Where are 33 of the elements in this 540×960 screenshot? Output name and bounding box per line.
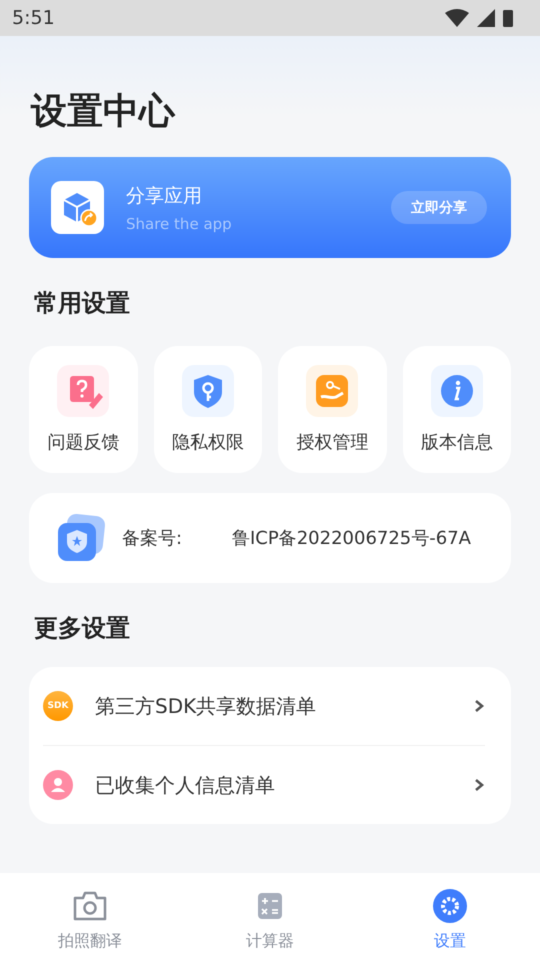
signal-icon — [476, 7, 496, 29]
record-label: 备案号: — [122, 527, 184, 550]
settings-tile[interactable]: 版本信息 — [402, 346, 511, 473]
wifi-icon — [444, 7, 470, 29]
settings-tile[interactable]: 隐私权限 — [154, 346, 262, 473]
shield-key-icon — [182, 365, 234, 417]
chevron-right-icon — [473, 698, 485, 714]
settings-icon — [431, 887, 469, 925]
tile-label: 版本信息 — [420, 431, 493, 454]
section-title: 更多设置 — [34, 613, 131, 643]
battery-icon — [502, 7, 514, 29]
list-item[interactable]: 第三方SDK共享数据清单 — [95, 692, 473, 720]
chevron-right-icon — [473, 777, 485, 793]
info-icon — [430, 365, 483, 417]
badge-shield-icon — [56, 513, 106, 563]
person-icon — [43, 770, 73, 800]
record-number: 鲁ICP备2022006725号-67A — [232, 527, 471, 550]
tile-label: 授权管理 — [296, 431, 368, 454]
question-note-icon — [57, 365, 110, 417]
tile-label: 问题反馈 — [47, 431, 120, 454]
settings-tile[interactable]: 授权管理 — [278, 346, 386, 473]
hand-key-icon — [306, 365, 358, 417]
section-title: 常用设置 — [34, 288, 131, 318]
list-item[interactable]: 已收集个人信息清单 — [95, 772, 473, 798]
status-time: 5:51 — [12, 7, 55, 29]
page-title: 设置中心 — [31, 90, 176, 134]
share-title: 分享应用 — [126, 184, 203, 208]
sdk-badge: SDK — [43, 691, 73, 721]
share-subtitle: Share the app — [126, 214, 233, 232]
app-cube-icon — [51, 181, 104, 234]
settings-tile[interactable]: 问题反馈 — [29, 346, 138, 473]
nav-tab[interactable]: 设置 — [360, 873, 540, 960]
tile-label: 隐私权限 — [172, 431, 244, 454]
